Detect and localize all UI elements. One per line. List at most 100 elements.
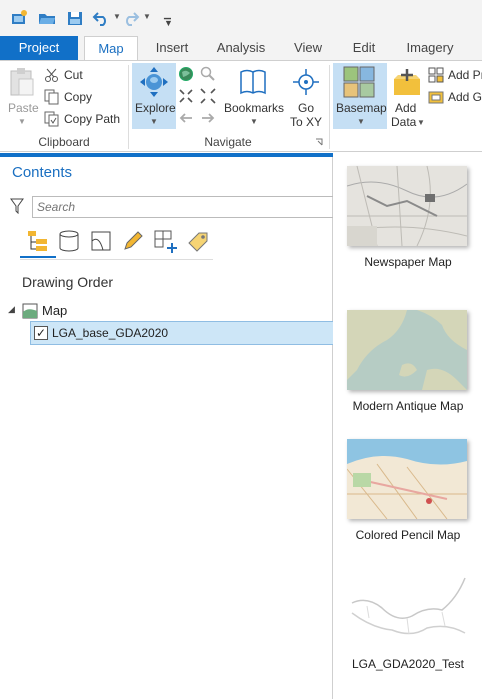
paste-button[interactable]: Paste ▼ — [4, 63, 40, 129]
add-data-label-2: Data — [391, 115, 417, 129]
modern-antique-map-thumbnail — [347, 310, 467, 390]
navigate-group-label: Navigate — [204, 135, 252, 149]
group-divider — [329, 65, 330, 149]
tab-analysis[interactable]: Analysis — [208, 36, 274, 60]
tab-imagery[interactable]: Imagery — [396, 36, 464, 60]
cut-label: Cut — [64, 68, 83, 82]
tab-view[interactable]: View — [284, 36, 332, 60]
go-to-xy-label-1: Go — [298, 101, 315, 115]
undo-dropdown-icon[interactable]: ▼ — [113, 12, 121, 21]
redo-icon[interactable] — [122, 9, 140, 27]
basemap-gallery: Newspaper Map Modern Antique Map Colored… — [334, 153, 482, 699]
bookmarks-button[interactable]: Bookmarks ▼ — [222, 63, 284, 129]
basemap-item-newspaper[interactable]: Newspaper Map — [334, 161, 482, 271]
copy-path-icon — [44, 111, 59, 127]
go-to-xy-button[interactable]: Go To XY — [286, 63, 326, 129]
copy-path-button[interactable]: Copy Path — [44, 110, 132, 129]
redo-dropdown-icon[interactable]: ▼ — [143, 12, 151, 21]
bookmarks-dropdown-icon: ▼ — [250, 117, 258, 126]
drawing-order-icon — [28, 231, 47, 251]
tab-insert[interactable]: Insert — [144, 36, 200, 60]
go-to-xy-icon — [293, 69, 319, 95]
add-graphics-layer-icon — [428, 91, 444, 104]
tab-edit[interactable]: Edit — [340, 36, 388, 60]
cut-button[interactable]: Cut — [44, 66, 132, 85]
customize-qat-icon[interactable]: ▁ ▼ — [164, 10, 173, 28]
modern-antique-map-label: Modern Antique Map — [352, 399, 464, 413]
bookmarks-icon — [240, 69, 266, 95]
layer-row[interactable]: ✓ LGA_base_GDA2020 — [30, 321, 333, 345]
list-by-labeling-icon[interactable] — [186, 229, 210, 253]
bookmarks-label: Bookmarks — [224, 101, 285, 115]
add-data-dropdown-icon: ▼ — [417, 118, 425, 127]
tab-project[interactable]: Project — [0, 36, 78, 60]
ribbon-tabs: Project Map Insert Analysis View Edit Im… — [0, 36, 482, 61]
paste-dropdown-icon: ▼ — [18, 117, 26, 126]
pane-accent-bar — [0, 153, 333, 157]
list-by-source-icon[interactable] — [57, 229, 81, 253]
paste-icon — [10, 68, 34, 96]
quick-access-toolbar: ▼ ▼ ▁ ▼ — [0, 0, 482, 36]
layer-visibility-checkbox[interactable]: ✓ — [34, 326, 48, 340]
list-by-editing-icon[interactable] — [121, 229, 145, 253]
basemap-label: Basemap — [336, 101, 387, 115]
colored-pencil-map-label: Colored Pencil Map — [355, 528, 461, 542]
previous-extent-icon[interactable] — [178, 110, 194, 126]
basemap-item-colored-pencil[interactable]: Colored Pencil Map — [334, 434, 482, 544]
layer-label: LGA_base_GDA2020 — [52, 326, 169, 340]
fixed-zoom-in-icon[interactable] — [178, 88, 194, 104]
explore-label: Explore — [135, 101, 176, 115]
explore-dropdown-icon: ▼ — [150, 117, 158, 126]
basemap-item-lga-test[interactable]: LGA_GDA2020_Test — [334, 563, 482, 673]
list-by-snapping-icon[interactable] — [153, 229, 179, 253]
go-to-xy-label-2: To XY — [290, 115, 323, 129]
list-by-drawing-order-tab[interactable] — [20, 226, 56, 258]
new-project-icon[interactable] — [10, 9, 28, 27]
copy-button[interactable]: Copy — [44, 88, 132, 107]
basemap-button[interactable]: Basemap ▼ — [333, 63, 387, 129]
add-preset-label: Add Pr — [448, 68, 482, 82]
copy-label: Copy — [64, 90, 93, 104]
add-graphics-button[interactable]: Add G — [428, 88, 482, 107]
lga-test-thumbnail — [351, 577, 466, 635]
add-data-icon — [394, 69, 420, 95]
filter-icon[interactable] — [10, 198, 24, 214]
contents-pane: Contents Drawing Order ◢ Map ✓ LGA_base_… — [0, 153, 333, 699]
add-preset-button[interactable]: Add Pr — [428, 66, 482, 85]
scissors-icon — [45, 68, 58, 82]
next-extent-icon[interactable] — [200, 110, 216, 126]
copy-path-label: Copy Path — [64, 112, 121, 126]
add-data-button[interactable]: Add Data ▼ — [389, 63, 425, 129]
search-input[interactable] — [33, 197, 333, 217]
collapse-icon[interactable]: ◢ — [8, 304, 15, 315]
explore-button[interactable]: Explore ▼ — [132, 63, 176, 129]
map-icon — [22, 303, 38, 319]
newspaper-map-thumbnail — [347, 166, 467, 246]
map-tree-item[interactable]: ◢ Map — [8, 302, 168, 320]
newspaper-map-label: Newspaper Map — [364, 255, 452, 269]
undo-icon[interactable] — [92, 9, 110, 27]
add-preset-icon — [428, 67, 444, 83]
globe-icon[interactable] — [178, 66, 194, 82]
search-box — [32, 196, 333, 218]
list-by-selection-icon[interactable] — [89, 229, 113, 253]
save-icon[interactable] — [66, 9, 84, 27]
colored-pencil-map-thumbnail — [347, 439, 467, 519]
basemap-icon — [343, 66, 375, 98]
ribbon: Paste ▼ Cut Copy Copy Path Clipboard Exp… — [0, 60, 482, 152]
basemap-item-modern-antique[interactable]: Modern Antique Map — [334, 305, 482, 415]
zoom-in-icon[interactable] — [200, 66, 216, 82]
dialog-launcher-icon[interactable] — [315, 138, 323, 146]
tab-map[interactable]: Map — [84, 36, 138, 61]
add-graphics-label: Add G — [448, 90, 482, 104]
basemap-dropdown-icon: ▼ — [357, 117, 365, 126]
map-label: Map — [42, 303, 68, 318]
lga-test-label: LGA_GDA2020_Test — [351, 657, 465, 671]
tab-divider — [20, 259, 213, 260]
fixed-zoom-out-icon[interactable] — [200, 88, 216, 104]
drawing-order-heading: Drawing Order — [22, 274, 114, 290]
paste-label: Paste — [8, 101, 39, 115]
group-divider — [128, 65, 129, 149]
open-folder-icon[interactable] — [38, 9, 56, 27]
explore-icon — [140, 67, 168, 97]
